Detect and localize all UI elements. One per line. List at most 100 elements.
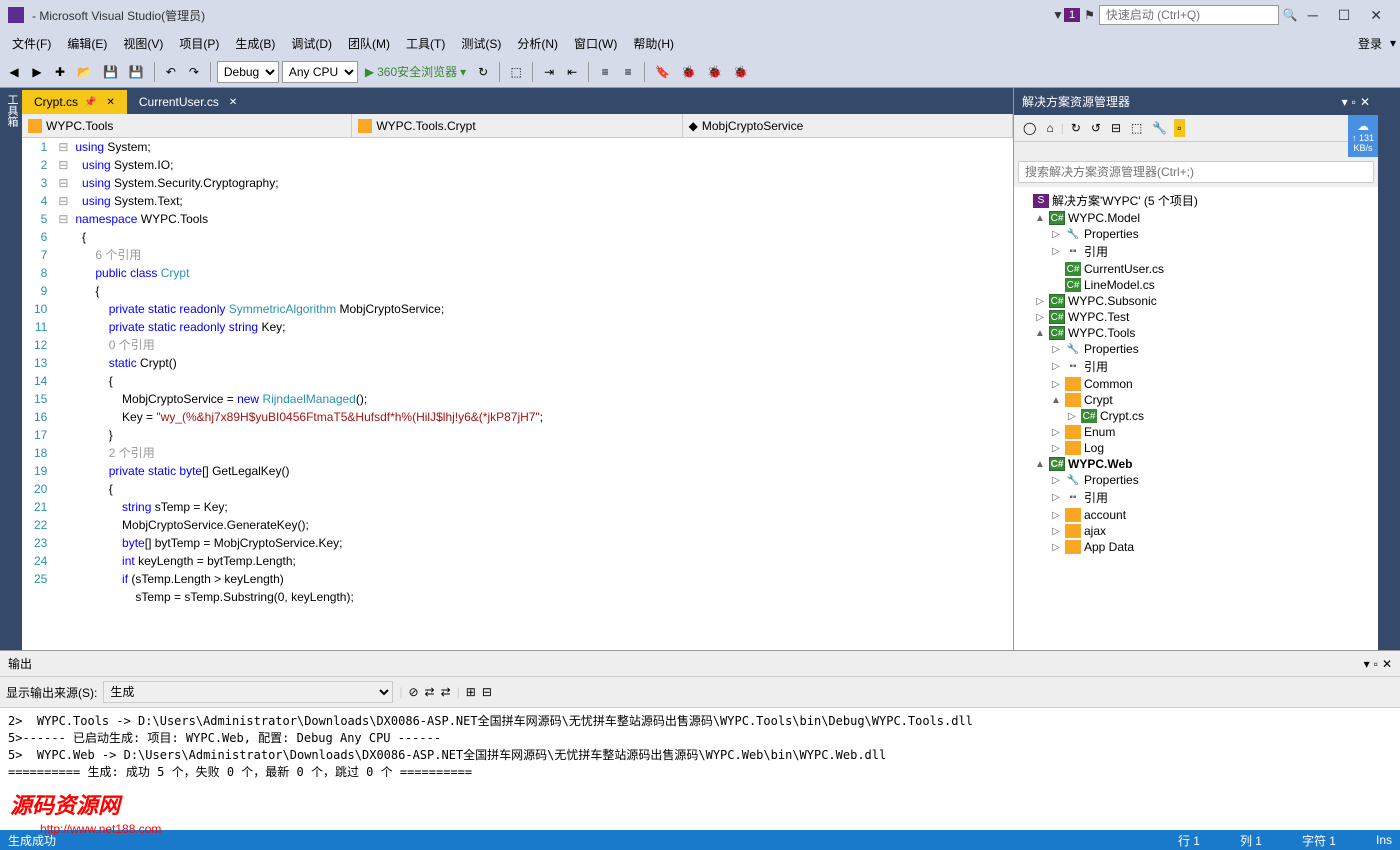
- show-all-icon[interactable]: ⬚: [1128, 119, 1145, 137]
- pin-icon[interactable]: ▫: [1374, 657, 1378, 671]
- platform-select[interactable]: Any CPU: [282, 61, 358, 83]
- home-icon[interactable]: ⌂: [1043, 119, 1056, 137]
- quick-launch-input[interactable]: [1099, 5, 1279, 25]
- tool-icon[interactable]: ⬚: [506, 62, 526, 82]
- redo-icon[interactable]: ↷: [184, 62, 204, 82]
- bug2-icon[interactable]: 🐞: [703, 62, 726, 82]
- right-strip[interactable]: [1378, 88, 1400, 650]
- start-button[interactable]: ▶ 360安全浏览器 ▾: [361, 60, 470, 83]
- save-icon[interactable]: 💾: [99, 62, 122, 82]
- notification-badge[interactable]: 1: [1064, 8, 1080, 22]
- bookmark-icon[interactable]: 🔖: [651, 62, 674, 82]
- funnel-icon[interactable]: ▼: [1052, 8, 1064, 22]
- close-tab-icon[interactable]: ✕: [229, 97, 237, 108]
- tree-node[interactable]: ▷C#WYPC.Test: [1014, 309, 1378, 325]
- search-icon[interactable]: 🔍: [1283, 8, 1298, 22]
- tree-node[interactable]: C#CurrentUser.cs: [1014, 261, 1378, 277]
- uncomment-icon[interactable]: ≡: [618, 62, 638, 82]
- menu-item[interactable]: 窗口(W): [566, 31, 625, 56]
- comment-icon[interactable]: ≡: [595, 62, 615, 82]
- menu-item[interactable]: 工具(T): [398, 31, 453, 56]
- tree-node[interactable]: ▷C#Crypt.cs: [1014, 408, 1378, 424]
- tree-node[interactable]: ▲C#WYPC.Web: [1014, 456, 1378, 472]
- toggle2-icon[interactable]: ⇄: [441, 685, 451, 699]
- menu-item[interactable]: 调试(D): [283, 31, 340, 56]
- toolbox-strip[interactable]: 工具箱: [0, 88, 22, 650]
- save-all-icon[interactable]: 💾: [125, 62, 148, 82]
- back-icon[interactable]: ◀: [4, 62, 24, 82]
- tree-node[interactable]: ▲Crypt: [1014, 392, 1378, 408]
- tree-node[interactable]: ▷▪▪引用: [1014, 242, 1378, 261]
- tree-node[interactable]: ▷🔧Properties: [1014, 472, 1378, 488]
- tree-node[interactable]: ▷▪▪引用: [1014, 357, 1378, 376]
- preview-icon[interactable]: ▫: [1174, 119, 1184, 137]
- maximize-button[interactable]: ☐: [1328, 3, 1361, 28]
- login-link[interactable]: 登录: [1350, 31, 1390, 56]
- outdent-icon[interactable]: ⇤: [562, 62, 582, 82]
- menu-item[interactable]: 测试(S): [453, 31, 509, 56]
- minimize-button[interactable]: ─: [1298, 3, 1328, 27]
- close-panel-icon[interactable]: ✕: [1360, 95, 1370, 109]
- tree-node[interactable]: ▷account: [1014, 507, 1378, 523]
- dropdown-icon[interactable]: ▾: [1342, 95, 1348, 109]
- solution-search-input[interactable]: [1018, 161, 1374, 183]
- nav-class[interactable]: WYPC.Tools.Crypt: [352, 114, 682, 137]
- sync-icon[interactable]: ↻: [1068, 119, 1084, 137]
- pin-icon[interactable]: ▫: [1352, 95, 1356, 109]
- pin-icon[interactable]: 📌: [84, 97, 96, 108]
- tree-node[interactable]: ▷ajax: [1014, 523, 1378, 539]
- tree-node[interactable]: ▷🔧Properties: [1014, 226, 1378, 242]
- collapse-icon[interactable]: ⊟: [1108, 119, 1124, 137]
- document-tab[interactable]: Crypt.cs📌✕: [22, 90, 127, 114]
- nav-member[interactable]: ◆MobjCryptoService: [683, 114, 1013, 137]
- status-line: 行 1: [1178, 832, 1200, 849]
- properties-icon[interactable]: 🔧: [1149, 119, 1170, 137]
- indent-icon[interactable]: ⇥: [539, 62, 559, 82]
- new-project-icon[interactable]: ✚: [50, 62, 70, 82]
- document-tab[interactable]: CurrentUser.cs✕: [127, 90, 249, 114]
- menu-item[interactable]: 分析(N): [509, 31, 566, 56]
- refresh-icon[interactable]: ↺: [1088, 119, 1104, 137]
- goto-icon[interactable]: ⊟: [482, 685, 492, 699]
- menu-item[interactable]: 帮助(H): [625, 31, 682, 56]
- tree-node[interactable]: ▷C#WYPC.Subsonic: [1014, 293, 1378, 309]
- menu-item[interactable]: 编辑(E): [59, 31, 115, 56]
- bug-icon[interactable]: 🐞: [677, 62, 700, 82]
- nav-namespace[interactable]: WYPC.Tools: [22, 114, 352, 137]
- menu-item[interactable]: 项目(P): [171, 31, 227, 56]
- tree-node[interactable]: ▷Common: [1014, 376, 1378, 392]
- menu-item[interactable]: 生成(B): [227, 31, 283, 56]
- menu-item[interactable]: 团队(M): [340, 31, 398, 56]
- user-icon[interactable]: ▾: [1390, 36, 1396, 50]
- wrap-icon[interactable]: ⊞: [466, 685, 476, 699]
- back-icon[interactable]: ◯: [1020, 119, 1039, 137]
- cloud-sync-badge[interactable]: ☁↑ 131 KB/s: [1348, 115, 1378, 157]
- forward-icon[interactable]: ▶: [27, 62, 47, 82]
- close-panel-icon[interactable]: ✕: [1382, 657, 1392, 671]
- solution-root[interactable]: S解决方案'WYPC' (5 个项目): [1014, 191, 1378, 210]
- open-icon[interactable]: 📂: [73, 62, 96, 82]
- tree-node[interactable]: ▷Enum: [1014, 424, 1378, 440]
- bug3-icon[interactable]: 🐞: [729, 62, 752, 82]
- tree-node[interactable]: ▷App Data: [1014, 539, 1378, 555]
- undo-icon[interactable]: ↶: [161, 62, 181, 82]
- tree-node[interactable]: ▷🔧Properties: [1014, 341, 1378, 357]
- dropdown-icon[interactable]: ▾: [1364, 657, 1370, 671]
- tree-node[interactable]: C#LineModel.cs: [1014, 277, 1378, 293]
- tree-node[interactable]: ▷▪▪引用: [1014, 488, 1378, 507]
- close-button[interactable]: ✕: [1360, 3, 1392, 28]
- menu-item[interactable]: 视图(V): [115, 31, 171, 56]
- output-body[interactable]: 2> WYPC.Tools -> D:\Users\Administrator\…: [0, 708, 1400, 830]
- browser-refresh-icon[interactable]: ↻: [473, 62, 493, 82]
- code-editor[interactable]: 1234567891011121314151617181920212223242…: [22, 138, 1013, 650]
- tree-node[interactable]: ▷Log: [1014, 440, 1378, 456]
- flag-icon[interactable]: ⚑: [1084, 8, 1095, 22]
- close-tab-icon[interactable]: ✕: [106, 97, 114, 108]
- toggle-icon[interactable]: ⇄: [425, 685, 435, 699]
- tree-node[interactable]: ▲C#WYPC.Tools: [1014, 325, 1378, 341]
- tree-node[interactable]: ▲C#WYPC.Model: [1014, 210, 1378, 226]
- output-source-select[interactable]: 生成: [103, 681, 393, 703]
- clear-icon[interactable]: ⊘: [408, 685, 418, 699]
- config-select[interactable]: Debug: [217, 61, 279, 83]
- menu-item[interactable]: 文件(F): [4, 31, 59, 56]
